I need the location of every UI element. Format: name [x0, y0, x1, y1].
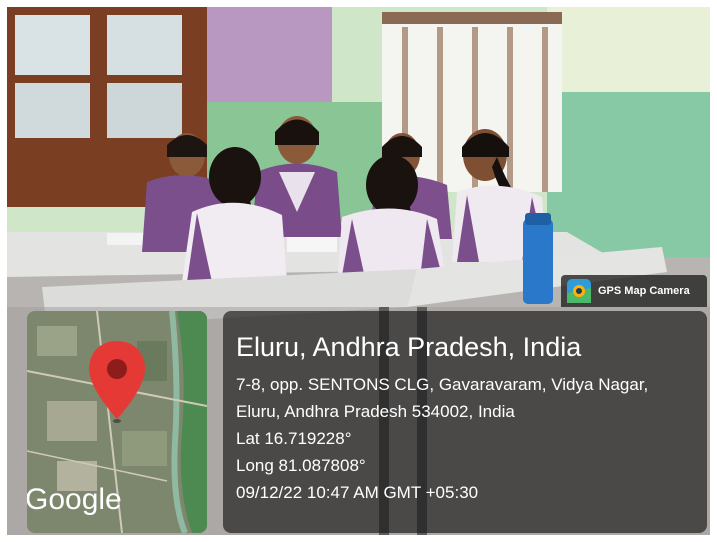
bottle-cap — [525, 213, 551, 225]
gps-map-camera-badge: GPS Map Camera — [561, 275, 707, 307]
door-glass-pane — [15, 83, 90, 138]
wall-upper — [547, 7, 710, 92]
badge-label: GPS Map Camera — [598, 285, 690, 297]
door-glass-pane — [107, 83, 182, 138]
location-info-panel: Eluru, Andhra Pradesh, India 7-8, opp. S… — [223, 311, 707, 533]
timestamp: 09/12/22 10:47 AM GMT +05:30 — [236, 483, 479, 502]
longitude: Long 81.087808° — [236, 456, 366, 475]
location-title: Eluru, Andhra Pradesh, India — [236, 332, 582, 362]
door-glass-pane — [15, 15, 90, 75]
geotagged-photo: GPS Map Camera Google Eluru, Andhra Prad… — [7, 7, 710, 535]
window-frame — [382, 12, 562, 24]
door-glass-pane — [107, 15, 182, 75]
satellite-map: Google — [27, 311, 207, 533]
location-address: 7-8, opp. SENTONS CLG, Gavaravaram, Vidy… — [236, 375, 649, 421]
google-logo: Google — [27, 483, 122, 516]
water-bottle — [523, 219, 553, 304]
gps-map-camera-icon — [567, 279, 591, 303]
window-bar — [507, 27, 513, 192]
latitude: Lat 16.719228° — [236, 429, 352, 448]
window-bar — [437, 27, 443, 192]
map-thumbnail: Google — [27, 311, 207, 533]
window-bar — [542, 27, 548, 192]
wall-purple-panel — [202, 7, 332, 107]
